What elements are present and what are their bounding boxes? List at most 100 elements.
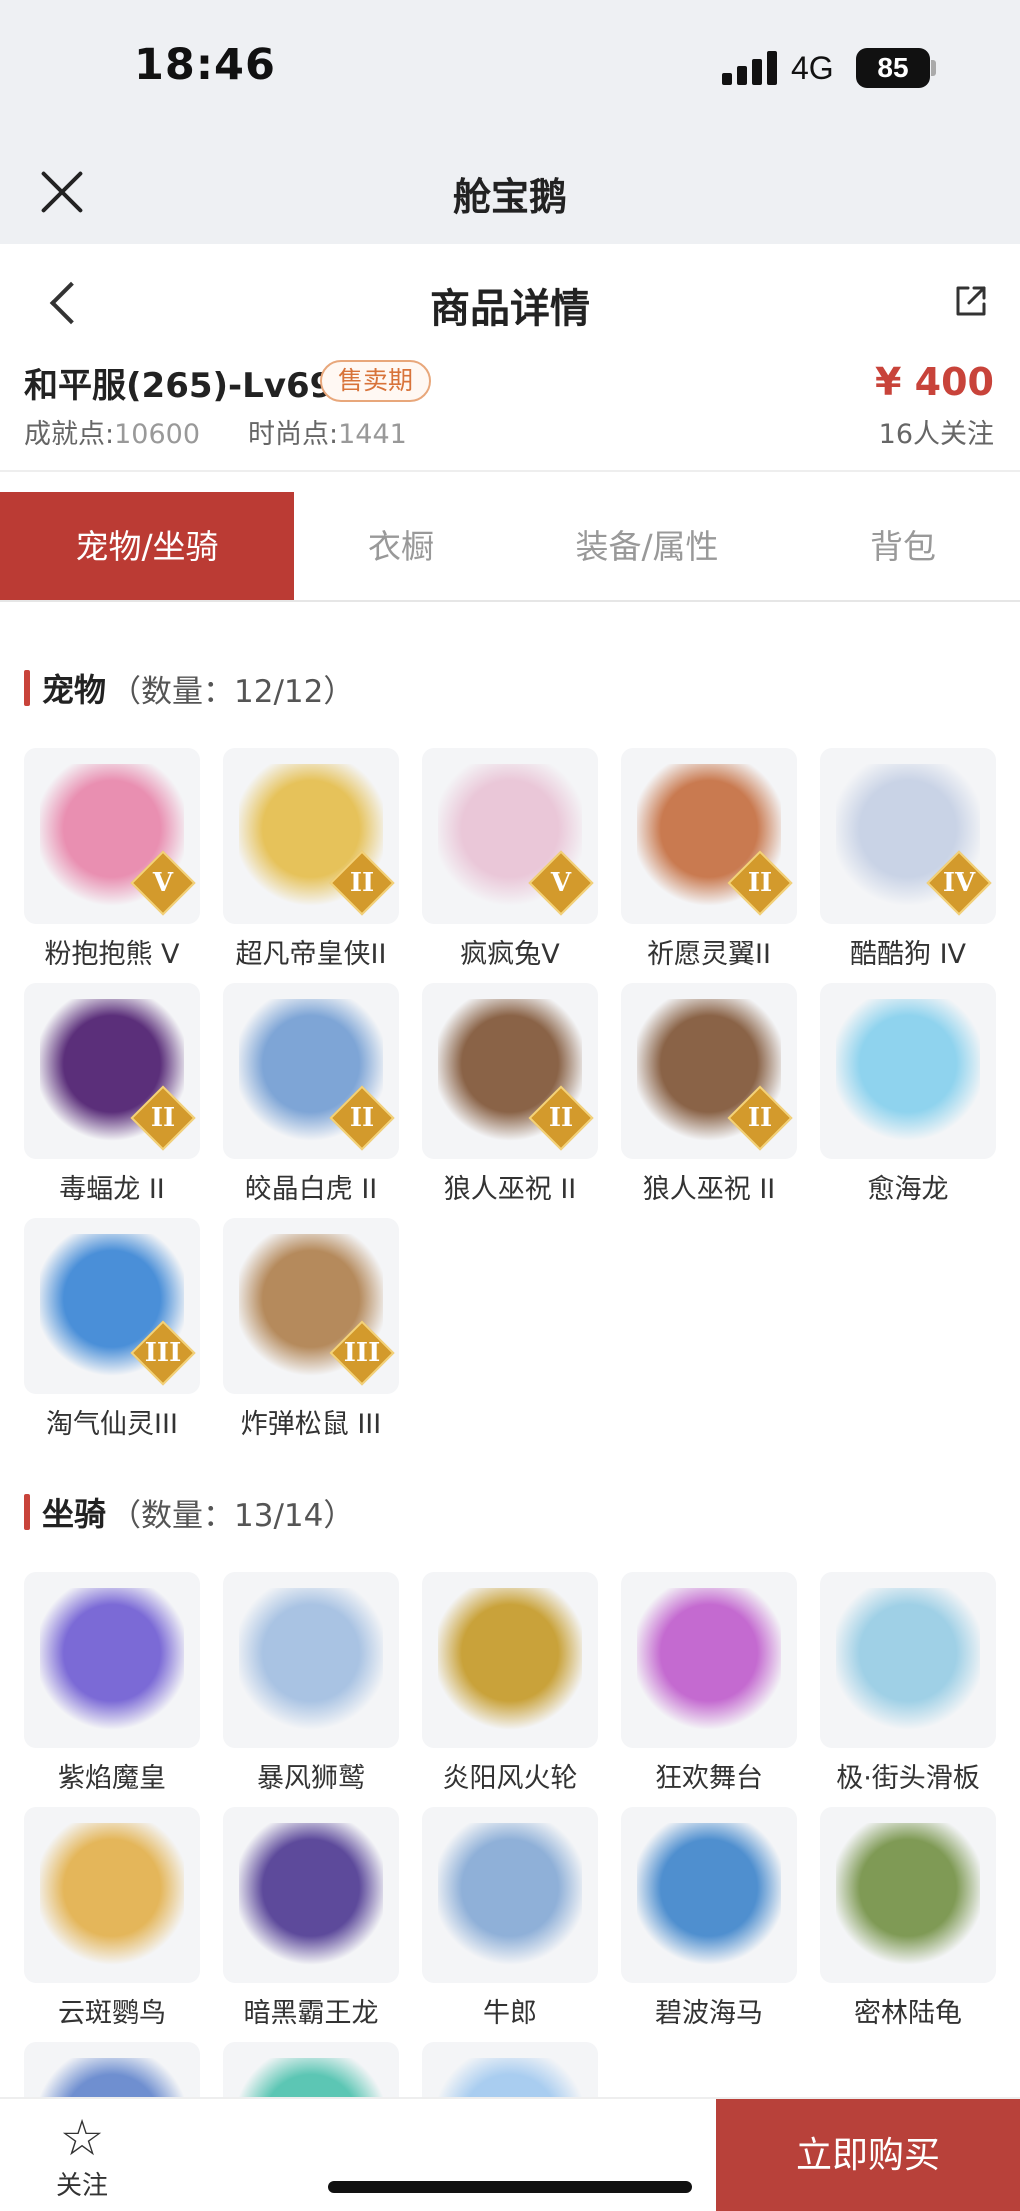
pet-name: 祈愿灵翼II: [647, 939, 771, 970]
pet-name: 皎晶白虎 II: [244, 1174, 378, 1205]
mount-thumbnail: [422, 1807, 598, 1983]
pet-thumbnail: III: [223, 1218, 399, 1394]
product-stats: 成就点:10600 时尚点:1441: [24, 412, 407, 451]
pet-image: [836, 999, 980, 1143]
pet-name: 疯疯兔V: [460, 939, 560, 970]
status-time: 18:46: [134, 40, 276, 90]
tab-pets-mounts[interactable]: 宠物/坐骑: [0, 492, 294, 600]
mount-image: [40, 1588, 184, 1732]
mount-name: 暗黑霸王龙: [243, 1998, 379, 2029]
pet-item[interactable]: III 炸弹松鼠 III: [223, 1218, 399, 1441]
pet-thumbnail: [820, 983, 996, 1159]
mount-thumbnail: [621, 1807, 797, 1983]
app-title: 舱宝鹅: [452, 175, 567, 219]
pet-item[interactable]: II 狼人巫祝 II: [621, 983, 797, 1206]
pet-thumbnail: II: [621, 748, 797, 924]
mount-item[interactable]: 牛郎: [422, 1807, 598, 2030]
follow-button[interactable]: ☆ 关注: [40, 2111, 124, 2207]
achievement-value: 10600: [114, 419, 201, 450]
mount-image: [637, 1823, 781, 1967]
pet-thumbnail: V: [422, 748, 598, 924]
mount-image: [239, 1823, 383, 1967]
network-type: 4G: [791, 50, 834, 86]
mount-image: [239, 1588, 383, 1732]
page-title: 商品详情: [430, 286, 590, 332]
mount-name: 云斑鹦鸟: [58, 1998, 166, 2029]
mount-item[interactable]: 狂欢舞台: [621, 1572, 797, 1795]
follower-count: 16人关注: [878, 419, 994, 450]
mount-image: [438, 1588, 582, 1732]
pet-name: 粉抱抱熊 V: [44, 939, 180, 970]
pet-thumbnail: IV: [820, 748, 996, 924]
mount-item[interactable]: 炎阳风火轮: [422, 1572, 598, 1795]
pet-item[interactable]: II 狼人巫祝 II: [422, 983, 598, 1206]
divider: [0, 470, 1020, 472]
follow-label: 关注: [55, 2171, 108, 2201]
battery-tip: [931, 60, 936, 76]
mounts-title: 坐骑: [42, 1495, 107, 1533]
mount-name: 牛郎: [483, 1998, 537, 2029]
pet-item[interactable]: 愈海龙: [820, 983, 996, 1206]
pet-item[interactable]: V 粉抱抱熊 V: [24, 748, 200, 971]
tier-label: III: [343, 1338, 381, 1368]
mount-name: 炎阳风火轮: [442, 1763, 578, 1794]
mount-item[interactable]: 暴风狮鹫: [223, 1572, 399, 1795]
mount-image: [637, 1588, 781, 1732]
fashion-label: 时尚点:: [248, 419, 339, 450]
pet-name: 淘气仙灵III: [46, 1409, 178, 1440]
tier-label: V: [550, 868, 572, 898]
mount-item[interactable]: 极·街头滑板: [820, 1572, 996, 1795]
pet-thumbnail: II: [422, 983, 598, 1159]
buy-now-button[interactable]: 立即购买: [716, 2099, 1020, 2211]
tab-backpack[interactable]: 背包: [786, 492, 1020, 600]
pets-count: （数量：12/12）: [110, 673, 355, 710]
achievement-label: 成就点:: [24, 419, 115, 450]
pet-name: 狼人巫祝 II: [642, 1174, 776, 1205]
pet-item[interactable]: V 疯疯兔V: [422, 748, 598, 971]
mount-thumbnail: [24, 1807, 200, 1983]
mount-image: [438, 1823, 582, 1967]
tier-label: II: [747, 1103, 773, 1133]
pet-item[interactable]: II 皎晶白虎 II: [223, 983, 399, 1206]
star-icon: ☆: [59, 2109, 105, 2167]
tier-label: II: [548, 1103, 574, 1133]
pet-item[interactable]: IV 酷酷狗 IV: [820, 748, 996, 971]
pet-item[interactable]: II 祈愿灵翼II: [621, 748, 797, 971]
pet-thumbnail: II: [223, 748, 399, 924]
pet-name: 愈海龙: [867, 1174, 949, 1205]
mount-thumbnail: [24, 1572, 200, 1748]
pet-thumbnail: III: [24, 1218, 200, 1394]
tab-bar: 宠物/坐骑 衣橱 装备/属性 背包: [0, 492, 1020, 602]
mount-item[interactable]: 紫焰魔皇: [24, 1572, 200, 1795]
mount-item[interactable]: 暗黑霸王龙: [223, 1807, 399, 2030]
signal-icon: [722, 51, 778, 85]
tab-wardrobe[interactable]: 衣橱: [294, 492, 508, 600]
pet-thumbnail: V: [24, 748, 200, 924]
pet-name: 毒蝠龙 II: [59, 1174, 165, 1205]
battery-level: 85: [856, 48, 930, 88]
mount-item[interactable]: 云斑鹦鸟: [24, 1807, 200, 2030]
pet-item[interactable]: III 淘气仙灵III: [24, 1218, 200, 1441]
tier-label: IV: [942, 868, 976, 898]
pets-section-title: 宠物 （数量：12/12）: [24, 668, 355, 710]
pets-title: 宠物: [42, 671, 107, 709]
home-indicator: [328, 2181, 692, 2193]
tier-label: II: [349, 1103, 375, 1133]
mount-name: 碧波海马: [655, 1998, 763, 2029]
tab-equipment[interactable]: 装备/属性: [508, 492, 786, 600]
pet-thumbnail: II: [223, 983, 399, 1159]
pet-name: 狼人巫祝 II: [443, 1174, 577, 1205]
bottom-bar: ☆ 关注 立即购买: [0, 2097, 1020, 2211]
mount-thumbnail: [223, 1807, 399, 1983]
share-icon[interactable]: [954, 284, 988, 318]
tier-label: II: [150, 1103, 176, 1133]
mount-name: 密林陆龟: [854, 1998, 962, 2029]
mount-name: 暴风狮鹫: [257, 1763, 365, 1794]
mount-item[interactable]: 碧波海马: [621, 1807, 797, 2030]
status-badge: 售卖期: [320, 360, 432, 402]
mount-image: [836, 1588, 980, 1732]
mounts-section-title: 坐骑 （数量：13/14）: [24, 1492, 354, 1534]
mount-item[interactable]: 密林陆龟: [820, 1807, 996, 2030]
pet-item[interactable]: II 超凡帝皇侠II: [223, 748, 399, 971]
pet-item[interactable]: II 毒蝠龙 II: [24, 983, 200, 1206]
